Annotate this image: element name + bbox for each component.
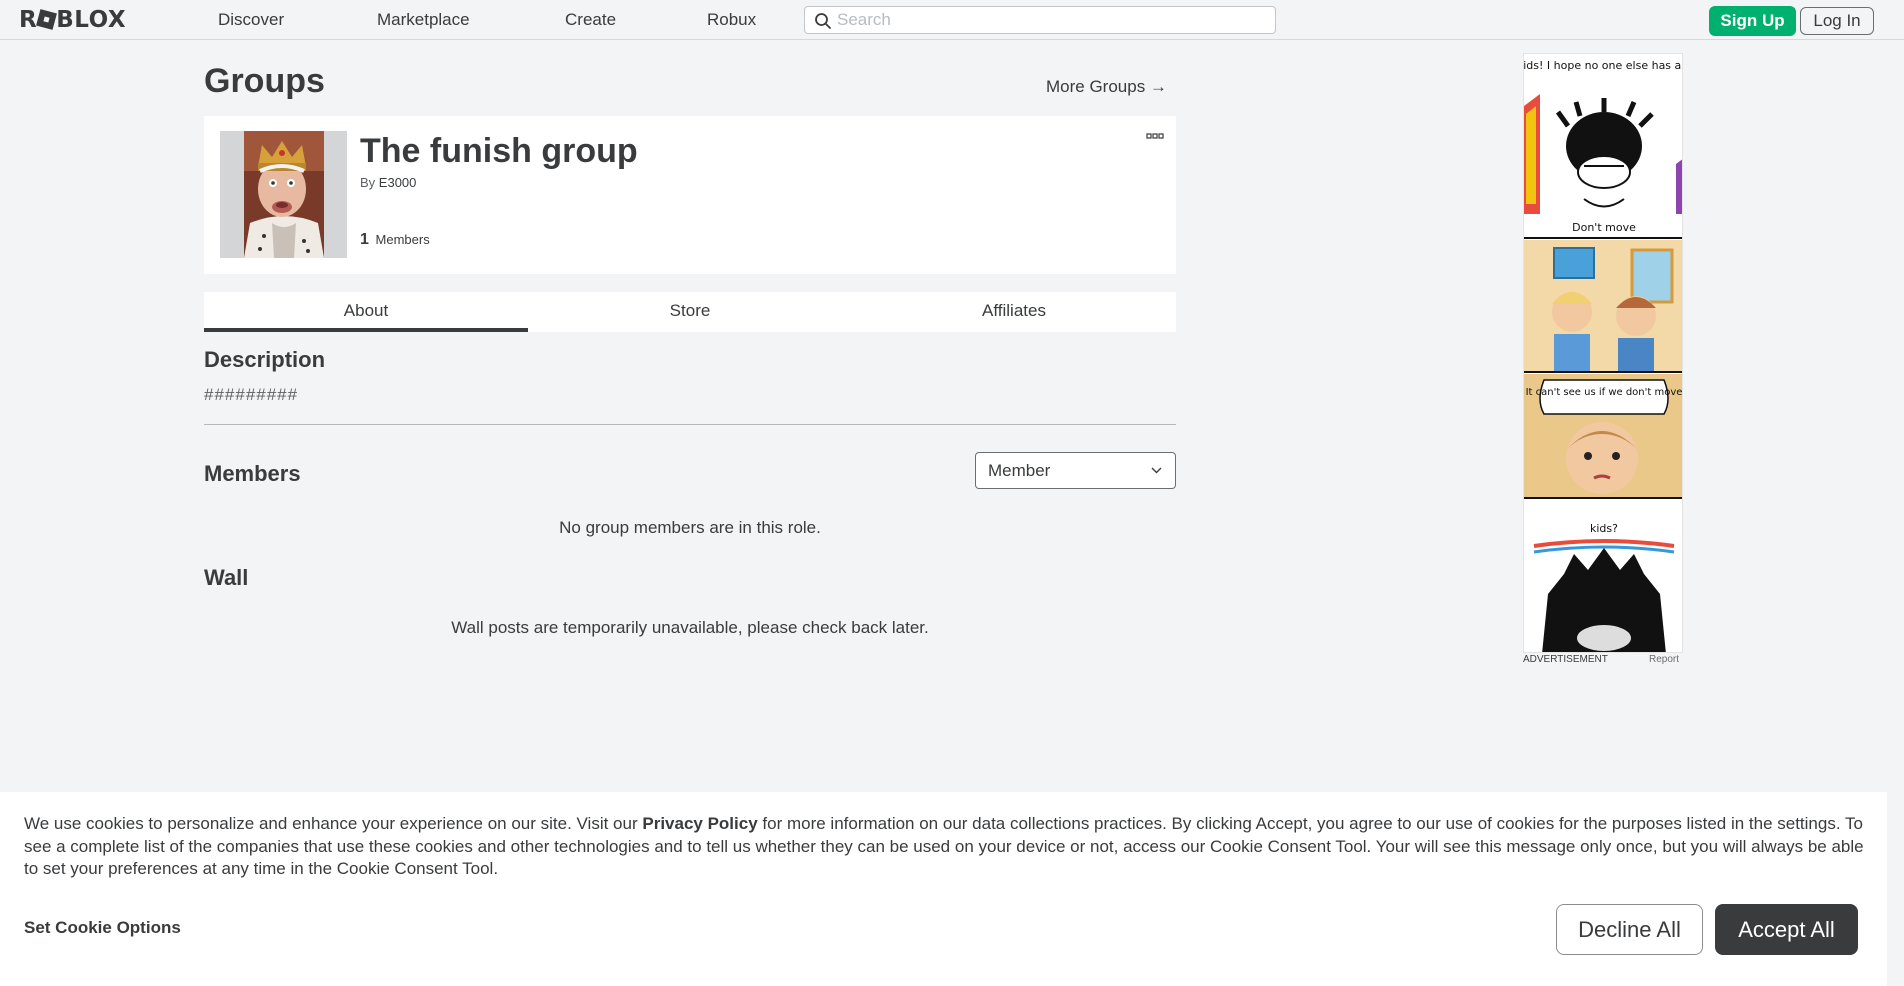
nav-marketplace-link[interactable]: Marketplace — [377, 0, 470, 40]
wall-heading: Wall — [204, 565, 249, 590]
section-divider — [204, 424, 1176, 425]
decline-all-button[interactable]: Decline All — [1556, 904, 1703, 955]
king-portrait-icon — [220, 131, 347, 258]
comic-caption-2: Don't move — [1572, 221, 1636, 234]
logo-letters: BLOX — [56, 7, 127, 33]
roblox-logo[interactable]: R BLOX — [19, 8, 126, 32]
top-navigation-bar: R BLOX Discover Marketplace Create Robux … — [0, 0, 1904, 40]
more-groups-link[interactable]: More Groups → — [1046, 77, 1167, 97]
owner-link[interactable]: E3000 — [379, 175, 417, 190]
set-cookie-options-link[interactable]: Set Cookie Options — [24, 918, 181, 938]
accept-all-button[interactable]: Accept All — [1715, 904, 1858, 955]
chevron-down-icon — [1151, 467, 1162, 474]
description-text: ######### — [204, 385, 299, 404]
group-owner-line: By E3000 — [360, 175, 416, 190]
log-in-button[interactable]: Log In — [1800, 7, 1874, 35]
tab-store[interactable]: Store — [528, 292, 852, 332]
comic-caption-1: Hey kids! I hope no one else has a bomb — [1524, 59, 1683, 72]
members-heading: Members — [204, 461, 301, 486]
nav-discover-link[interactable]: Discover — [218, 0, 284, 40]
nav-create-link[interactable]: Create — [565, 0, 616, 40]
search-bar[interactable] — [804, 6, 1276, 34]
tab-affiliates[interactable]: Affiliates — [852, 292, 1176, 332]
description-heading: Description — [204, 347, 326, 372]
logo-tilted-square-icon — [36, 9, 58, 30]
member-count-number: 1 — [360, 231, 369, 248]
nav-robux-link[interactable]: Robux — [707, 0, 756, 40]
wall-unavailable-message: Wall posts are temporarily unavailable, … — [451, 618, 929, 637]
owner-by-label: By — [360, 175, 376, 190]
cookie-text-intro: We use cookies to personalize and enhanc… — [24, 814, 643, 833]
search-icon — [815, 13, 831, 29]
member-count: 1 Members — [360, 231, 430, 249]
group-header-card: The funish group By E3000 1 Members — [204, 116, 1176, 274]
tab-about[interactable]: About — [204, 292, 528, 332]
cookie-consent-text: We use cookies to personalize and enhanc… — [24, 813, 1869, 881]
sign-up-button[interactable]: Sign Up — [1709, 6, 1796, 36]
role-select-value: Member — [988, 461, 1051, 480]
logo-letter: R — [19, 7, 38, 33]
comic-caption-4: kids? — [1590, 522, 1618, 535]
comic-caption-3: It can't see us if we don't move — [1526, 387, 1683, 398]
page-title: Groups — [204, 62, 325, 100]
privacy-policy-link[interactable]: Privacy Policy — [642, 814, 757, 833]
ad-report-link[interactable]: Report — [1649, 654, 1679, 665]
cookie-consent-banner: We use cookies to personalize and enhanc… — [0, 792, 1887, 986]
group-tabs: About Store Affiliates — [204, 292, 1176, 332]
advertisement-label: ADVERTISEMENT — [1523, 654, 1608, 665]
search-input[interactable] — [837, 9, 1267, 31]
group-name: The funish group — [360, 132, 638, 170]
advertisement-banner[interactable]: Hey kids! I hope no one else has a bomb … — [1523, 53, 1683, 653]
role-select-dropdown[interactable]: Member — [975, 452, 1176, 489]
no-members-message: No group members are in this role. — [559, 518, 821, 537]
comic-ad-image: Hey kids! I hope no one else has a bomb … — [1524, 54, 1683, 652]
more-options-icon[interactable] — [1146, 133, 1164, 141]
group-emblem-image — [220, 131, 347, 258]
member-count-label: Members — [375, 232, 430, 247]
